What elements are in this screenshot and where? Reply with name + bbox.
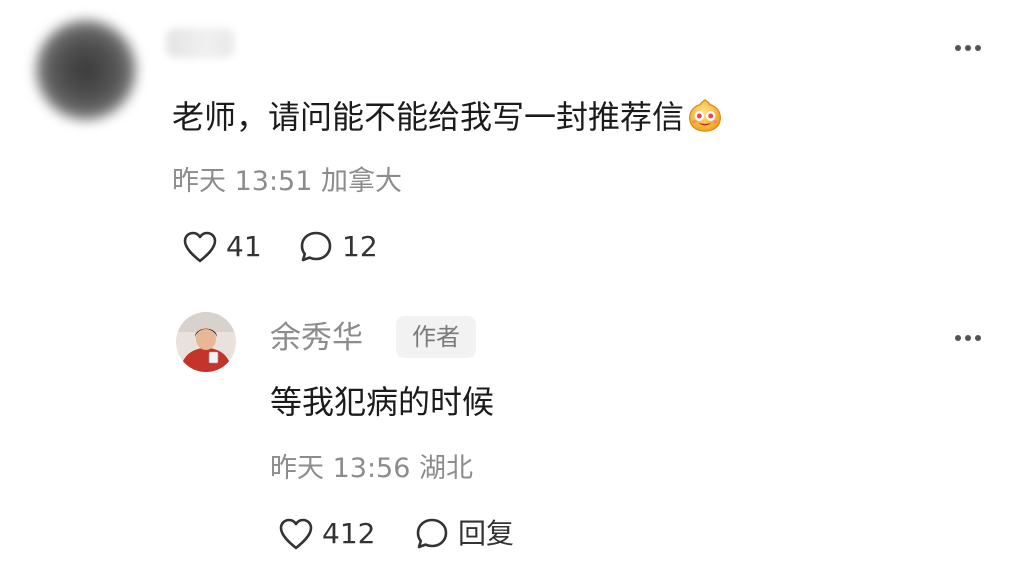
comment-bubble-icon [300,231,332,262]
comment-text: 老师，请问能不能给我写一封推荐信 [172,98,685,136]
reply-count: 12 [342,230,378,263]
like-count: 41 [226,230,262,263]
like-button[interactable]: 412 [278,514,375,554]
more-options-button[interactable] [948,38,988,58]
dot [965,335,971,341]
author-badge: 作者 [396,316,476,358]
dot [975,45,981,51]
like-button[interactable]: 41 [182,227,262,267]
author-avatar[interactable] [176,312,236,372]
comment-thread: 老师，请问能不能给我写一封推荐信 昨天 13:51 加拿大 41 12 余秀华 … [0,0,1024,567]
more-options-button[interactable] [948,328,988,348]
comment-meta: 昨天 13:51 加拿大 [172,166,402,197]
dot [975,335,981,341]
heart-icon [279,518,313,550]
reply-button[interactable]: 回复 [414,514,514,554]
dot [965,45,971,51]
heart-icon [183,231,217,263]
avatar[interactable] [36,20,136,120]
dot [955,335,961,341]
comment-body: 老师，请问能不能给我写一封推荐信 [172,96,724,137]
like-count: 412 [322,517,376,550]
reply-meta: 昨天 13:56 湖北 [270,453,473,484]
author-name[interactable]: 余秀华 [270,318,363,358]
comment-bubble-icon [416,518,448,549]
grin-emoji-icon [689,98,721,132]
username-redacted[interactable] [166,28,234,58]
reply-label: 回复 [458,517,515,550]
dot [955,45,961,51]
reply-text: 等我犯病的时候 [270,383,495,421]
author-avatar-image [176,312,236,372]
reply-button[interactable]: 12 [298,227,378,267]
